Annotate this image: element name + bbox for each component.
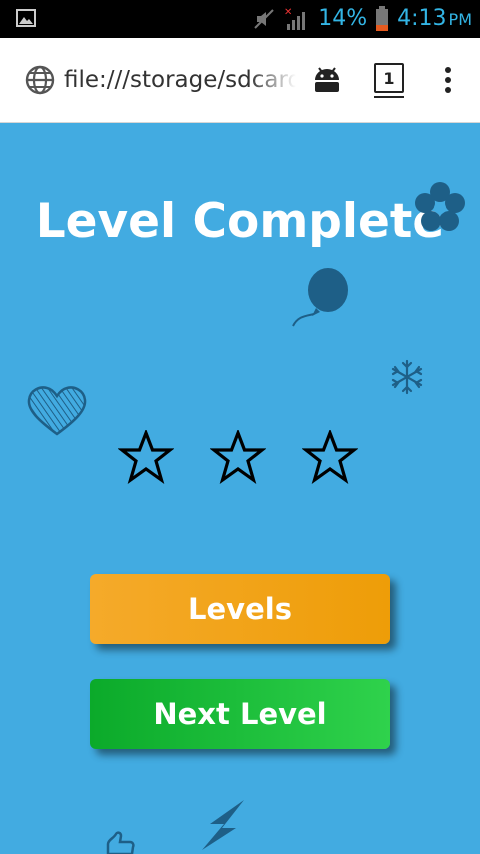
tabs-button[interactable]: 1 bbox=[374, 63, 404, 98]
signal-icon: ✕ bbox=[284, 7, 306, 30]
url-field[interactable]: file:///storage/sdcard0/ bbox=[64, 64, 296, 96]
balloon-icon bbox=[292, 268, 348, 327]
battery-icon bbox=[376, 6, 389, 31]
lightning-icon bbox=[202, 800, 244, 850]
status-ampm: PM bbox=[448, 9, 472, 29]
stars-rating bbox=[118, 430, 358, 490]
game-screen: Level Complete Levels Next Level bbox=[0, 122, 480, 854]
flower-icon bbox=[415, 182, 465, 231]
star-icon bbox=[118, 430, 174, 484]
thumbs-up-icon bbox=[106, 831, 135, 854]
mute-icon bbox=[254, 9, 274, 29]
globe-icon bbox=[25, 65, 55, 95]
star-icon bbox=[210, 430, 266, 484]
status-time-value: 4:13 bbox=[397, 5, 447, 31]
snowflake-icon bbox=[391, 359, 423, 395]
svg-text:✕: ✕ bbox=[284, 7, 292, 18]
status-right: ✕ 14% 4:13 PM bbox=[252, 0, 472, 38]
tab-count: 1 bbox=[374, 63, 404, 93]
android-icon[interactable] bbox=[313, 66, 341, 94]
browser-toolbar: file:///storage/sdcard0/ 1 bbox=[0, 38, 480, 123]
overflow-menu-icon[interactable] bbox=[440, 66, 456, 94]
levels-button[interactable]: Levels bbox=[90, 574, 390, 644]
status-time: 4:13 PM bbox=[397, 0, 472, 39]
battery-percent: 14% bbox=[318, 6, 368, 31]
gallery-notification-icon bbox=[16, 9, 36, 27]
heart-icon bbox=[27, 386, 87, 436]
level-complete-title: Level Complete bbox=[35, 194, 445, 249]
star-icon bbox=[302, 430, 358, 484]
next-level-button[interactable]: Next Level bbox=[90, 679, 390, 749]
tabs-underline bbox=[374, 96, 404, 98]
status-bar: ✕ 14% 4:13 PM bbox=[0, 0, 480, 38]
